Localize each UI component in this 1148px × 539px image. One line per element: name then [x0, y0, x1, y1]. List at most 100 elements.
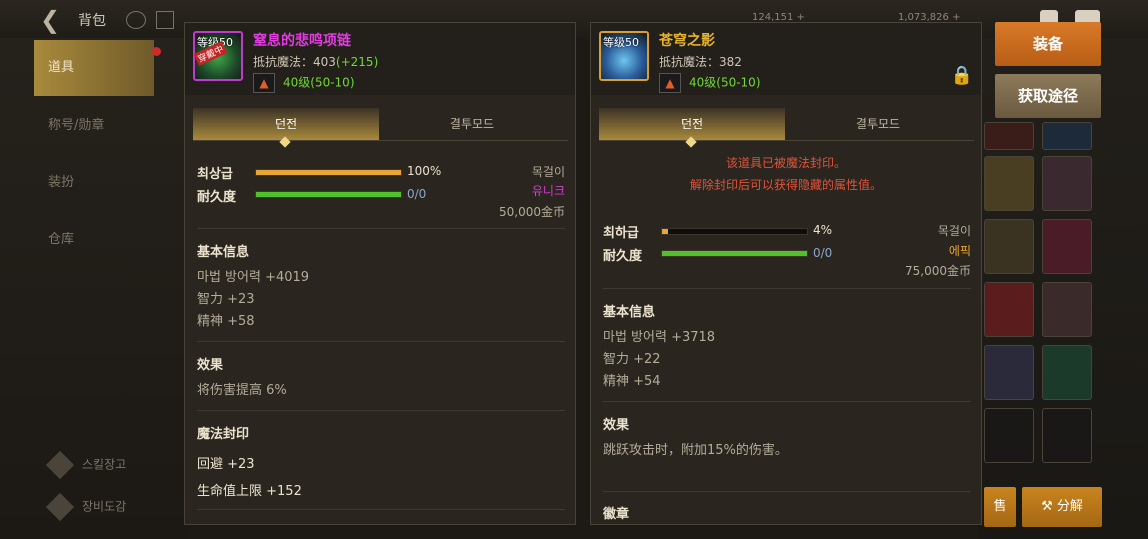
lock-icon[interactable]: 🔒 [951, 65, 973, 86]
equipped-item-tooltip: 等级50 穿戴中 窒息的悲鸣项链 抵抗魔法：403(+215) ▲ 40级(50-… [184, 22, 576, 525]
grade-bar-fill [256, 170, 401, 175]
skill-storage-label: 스킬장고 [82, 457, 127, 472]
disassemble-label: 分解 [1056, 499, 1083, 514]
basic-line: 精神 +54 [603, 374, 661, 389]
sidebar-item-storage[interactable]: 仓库 [34, 212, 154, 268]
inventory-slot[interactable] [1042, 156, 1092, 211]
inventory-slot[interactable] [984, 408, 1034, 463]
grade-value: 100% [407, 164, 442, 178]
item-rarity: 유니크 [531, 184, 565, 198]
notification-dot [152, 47, 161, 56]
item-type: 목걸이 [531, 165, 565, 179]
durability-value: 0/0 [813, 246, 833, 260]
durability-bar [661, 250, 808, 257]
inventory-slot[interactable] [984, 345, 1034, 400]
skill-storage-button[interactable]: 스킬장고 [45, 450, 127, 480]
basic-line: 마법 방어력 +4019 [197, 270, 310, 285]
divider [197, 410, 565, 411]
badge-title: 徽章 [603, 507, 630, 522]
inventory-slot[interactable] [1042, 282, 1092, 337]
inventory-slot[interactable] [1042, 219, 1092, 274]
item-type: 목걸이 [937, 224, 971, 238]
disassemble-button[interactable]: ⚒ 分解 [1022, 487, 1102, 527]
acquire-source-button[interactable]: 获取途径 [995, 74, 1101, 118]
divider [197, 509, 565, 510]
flame-icon: ▲ [253, 73, 275, 93]
inventory-slot[interactable] [1042, 345, 1092, 400]
item-name: 苍穹之影 [659, 33, 715, 49]
seal-hint: 解除封印后可以获得隐藏的属性值。 [689, 178, 882, 192]
level-requirement: ▲ 40级(50-10) [253, 73, 355, 93]
basic-info-title: 基本信息 [197, 245, 250, 260]
effect-title: 效果 [603, 418, 630, 433]
page-title: 背包 [78, 13, 106, 29]
divider [603, 401, 971, 402]
equipment-book-label: 장비도감 [82, 499, 127, 514]
durability-value: 0/0 [407, 187, 427, 201]
tab-pvp[interactable]: 결투모드 [379, 108, 565, 140]
seal-line: 回避 +23 [197, 457, 255, 472]
durability-label: 耐久度 [197, 190, 237, 205]
item-rarity: 에픽 [948, 244, 971, 258]
inventory-slot[interactable] [984, 156, 1034, 211]
divider [603, 288, 971, 289]
skill-icon [45, 450, 75, 480]
inventory-slot[interactable] [984, 219, 1034, 274]
mode-tabs: 던전 결투모드 [599, 108, 974, 141]
grade-value: 4% [813, 223, 833, 237]
stat-label: 抵抗魔法： [659, 55, 720, 69]
inventory-slot[interactable] [984, 282, 1034, 337]
item-level-label: 等级50 [603, 36, 639, 49]
grade-bar [255, 169, 402, 176]
book-icon [45, 492, 75, 522]
grade-bar-fill [662, 229, 668, 234]
basic-line: 精神 +58 [197, 314, 255, 329]
tab-dungeon[interactable]: 던전 [193, 108, 379, 140]
sell-button[interactable]: 售 [984, 487, 1016, 527]
level-req-text: 40级(50-10) [283, 75, 355, 90]
basic-line: 智力 +23 [197, 292, 255, 307]
inventory-slot[interactable] [1042, 408, 1092, 463]
durability-label: 耐久度 [603, 249, 643, 264]
mode-tabs: 던전 결투모드 [193, 108, 568, 141]
divider [197, 228, 565, 229]
stat-bonus: (+215) [335, 55, 379, 69]
magic-resist-stat: 抵抗魔法：382 [659, 53, 742, 70]
magic-seal-title: 魔法封印 [197, 427, 250, 442]
level-req-text: 40级(50-10) [689, 75, 761, 90]
stat-value: 382 [719, 55, 742, 69]
inventory-slot[interactable] [984, 122, 1034, 150]
divider [197, 341, 565, 342]
basic-line: 智力 +22 [603, 352, 661, 367]
grade-bar [661, 228, 808, 235]
item-header: 等级50 穿戴中 窒息的悲鸣项链 抵抗魔法：403(+215) ▲ 40级(50-… [185, 23, 575, 95]
basic-line: 마법 방어력 +3718 [603, 330, 716, 345]
effect-line: 将伤害提高 6% [197, 383, 287, 398]
durability-bar-fill [256, 192, 401, 197]
basic-info-title: 基本信息 [603, 305, 656, 320]
effect-line: 跳跃攻击时，附加15%的伤害。 [603, 443, 788, 458]
sidebar-item-titles[interactable]: 称号/勋章 [34, 98, 154, 154]
magic-resist-stat: 抵抗魔法：403(+215) [253, 53, 378, 70]
seal-warning: 该道具已被魔法封印。 [725, 156, 846, 170]
back-arrow-icon[interactable]: ❮ [40, 6, 60, 34]
sidebar-item-avatar[interactable]: 装扮 [34, 155, 154, 211]
tab-pvp[interactable]: 결투모드 [785, 108, 971, 140]
equip-button[interactable]: 装备 [995, 22, 1101, 66]
inventory-slot[interactable] [1042, 122, 1092, 150]
disassemble-icon: ⚒ [1041, 499, 1057, 514]
compare-item-tooltip: 等级50 苍穹之影 抵抗魔法：382 ▲ 40级(50-10) 🔒 던전 결투모드… [590, 22, 982, 525]
item-name: 窒息的悲鸣项链 [253, 33, 351, 49]
equipment-book-button[interactable]: 장비도감 [45, 492, 127, 522]
sidebar-item-items[interactable]: 道具 [34, 40, 154, 96]
item-price: 50,000金币 [499, 205, 565, 219]
stat-value: 403 [313, 55, 336, 69]
stat-label: 抵抗魔法： [253, 55, 314, 69]
tab-dungeon[interactable]: 던전 [599, 108, 785, 140]
filter-icon[interactable] [156, 11, 174, 29]
durability-bar [255, 191, 402, 198]
orb-item-icon: 等级50 [599, 31, 649, 81]
eye-icon[interactable] [126, 11, 146, 29]
flame-icon: ▲ [659, 73, 681, 93]
grade-label: 최상급 [197, 167, 233, 182]
